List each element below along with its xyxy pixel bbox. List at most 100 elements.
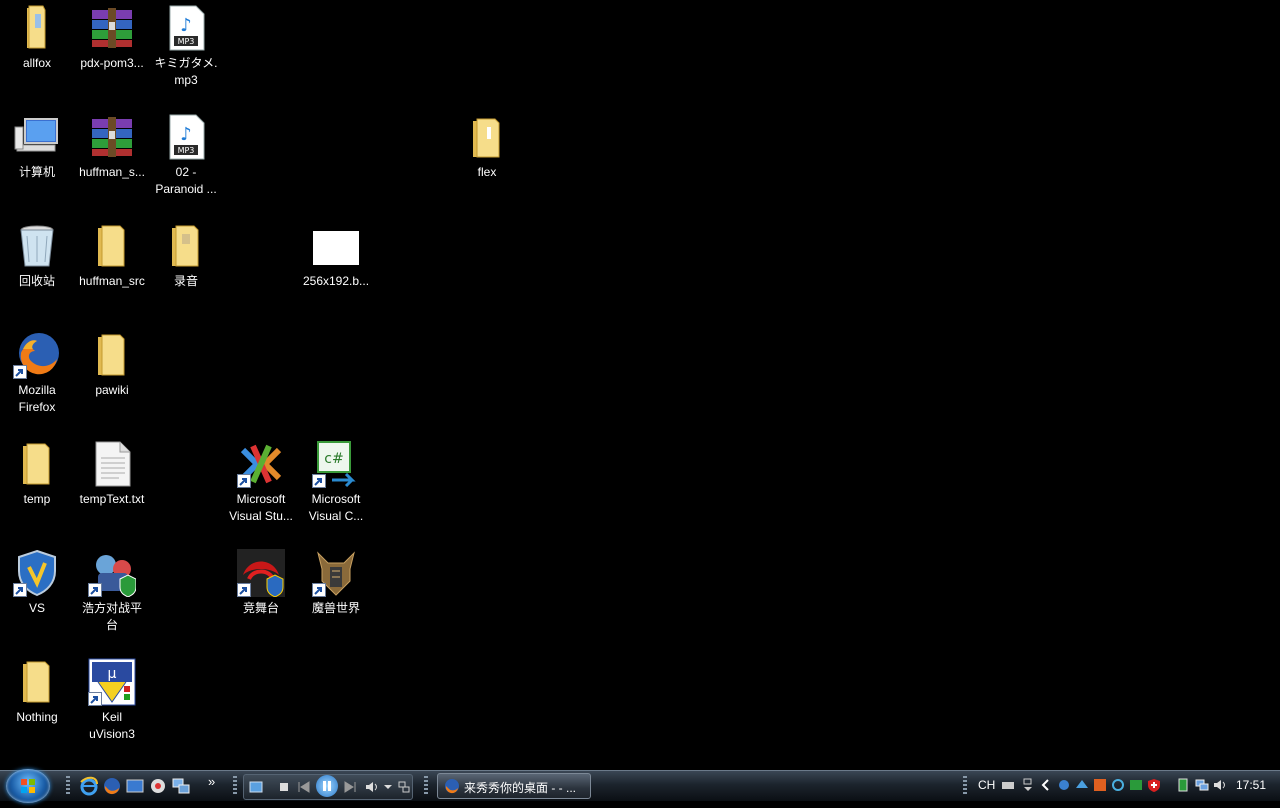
- desktop-icon-bmp[interactable]: 256x192.b...: [299, 222, 373, 290]
- svg-text:MP3: MP3: [178, 37, 195, 46]
- language-bar-options-icon[interactable]: [1021, 778, 1035, 792]
- toolbar-grip[interactable]: [963, 776, 967, 796]
- desktop-icon-huffman-src[interactable]: huffman_src: [75, 222, 149, 290]
- icon-label: pdx-pom3...: [80, 56, 144, 70]
- desktop-icon-haofang[interactable]: 浩方对战平台: [75, 549, 149, 634]
- shortcut-arrow-icon: [237, 474, 251, 488]
- show-desktop-icon[interactable]: [125, 776, 145, 796]
- csharp-icon: c#: [312, 440, 360, 488]
- pause-button[interactable]: [316, 775, 338, 797]
- svg-text:μ: μ: [108, 666, 117, 682]
- folder-icon: [162, 222, 210, 270]
- desktop-icon-jingwutai[interactable]: 竞舞台: [224, 549, 298, 617]
- icon-label: キミガタメ. mp3: [154, 56, 218, 87]
- quicklaunch-overflow-chevron[interactable]: »: [208, 774, 215, 789]
- folder-icon: [463, 113, 511, 161]
- desktop-icon-temptext[interactable]: tempText.txt: [75, 440, 149, 508]
- sync-tray-icon[interactable]: [1111, 778, 1125, 792]
- icon-label: 录音: [173, 274, 198, 288]
- desktop-icon-visual-studio[interactable]: Microsoft Visual Stu...: [224, 440, 298, 525]
- qq-tray-icon[interactable]: [1129, 778, 1143, 792]
- language-indicator[interactable]: CH: [978, 778, 995, 792]
- desktop-icon-nothing[interactable]: Nothing: [0, 658, 74, 726]
- shortcut-arrow-icon: [88, 583, 102, 597]
- text-file-icon: [88, 440, 136, 488]
- folder-icon: [13, 658, 61, 706]
- icon-label: Microsoft Visual Stu...: [229, 492, 293, 523]
- icon-label: Mozilla Firefox: [18, 383, 56, 414]
- folder-icon: [13, 4, 61, 52]
- shortcut-arrow-icon: [13, 365, 27, 379]
- desktop-icon-pawiki[interactable]: pawiki: [75, 331, 149, 399]
- recycle-bin-icon: [13, 222, 61, 270]
- desktop[interactable]: allfox pdx-pom3... ♪ MP3 キミガタメ. mp3 计算机 hu…: [0, 0, 1280, 770]
- clock[interactable]: 17:51: [1236, 778, 1266, 792]
- icon-label: 计算机: [18, 165, 55, 179]
- desktop-icon-flex[interactable]: flex: [450, 113, 524, 181]
- toolbar-grip[interactable]: [66, 776, 70, 796]
- toolbar-grip[interactable]: [424, 776, 428, 796]
- desktop-icon-visual-csharp[interactable]: c# Microsoft Visual C...: [299, 440, 373, 525]
- stop-icon[interactable]: [276, 779, 292, 795]
- winrar-archive-icon: [88, 113, 136, 161]
- desktop-icon-computer[interactable]: 计算机: [0, 113, 74, 181]
- shortcut-arrow-icon: [13, 583, 27, 597]
- firefox-icon: [445, 779, 459, 794]
- desktop-icon-firefox[interactable]: Mozilla Firefox: [0, 331, 74, 416]
- network-tray-icon[interactable]: [1057, 778, 1071, 792]
- winrar-archive-icon: [88, 4, 136, 52]
- svg-text:c#: c#: [324, 451, 343, 467]
- desktop-icon-recycle-bin[interactable]: 回收站: [0, 222, 74, 290]
- icon-label: 02 - Paranoid ...: [155, 165, 217, 196]
- icon-label: 竞舞台: [242, 601, 279, 615]
- previous-icon[interactable]: [296, 779, 312, 795]
- icon-label: Nothing: [16, 710, 58, 724]
- desktop-icon-allfox[interactable]: allfox: [0, 4, 74, 72]
- internet-explorer-icon[interactable]: [79, 776, 99, 796]
- mp3-file-icon: ♪ MP3: [162, 4, 210, 52]
- firefox-icon: [13, 331, 61, 379]
- chevron-down-icon[interactable]: [380, 779, 396, 795]
- icon-label: huffman_src: [79, 274, 145, 288]
- shortcut-arrow-icon: [312, 583, 326, 597]
- desktop-icon-huffman-s[interactable]: huffman_s...: [75, 113, 149, 181]
- start-button[interactable]: [6, 769, 50, 803]
- desktop-icon-mp3-kimigatame[interactable]: ♪ MP3 キミガタメ. mp3: [149, 4, 223, 89]
- toolbar-grip[interactable]: [233, 776, 237, 796]
- icon-label: temp: [23, 492, 51, 506]
- bird-tray-icon[interactable]: [1075, 778, 1089, 792]
- restore-player-icon[interactable]: [396, 779, 412, 795]
- svg-text:♪: ♪: [180, 15, 192, 36]
- desktop-icon-temp[interactable]: temp: [0, 440, 74, 508]
- firefox-quicklaunch-icon[interactable]: [102, 776, 122, 796]
- system-tray: CH 17:51: [963, 771, 1280, 801]
- vs-shield-icon: [13, 549, 61, 597]
- desktop-icon-vs[interactable]: VS: [0, 549, 74, 617]
- icon-label: 回收站: [18, 274, 55, 288]
- visual-studio-icon: [237, 440, 285, 488]
- desktop-icon-mp3-paranoid[interactable]: ♪ MP3 02 - Paranoid ...: [149, 113, 223, 198]
- media-view-icon[interactable]: [248, 779, 264, 795]
- keyboard-icon[interactable]: [1001, 778, 1015, 792]
- next-icon[interactable]: [342, 779, 358, 795]
- volume-icon[interactable]: [364, 779, 380, 795]
- icon-label: 浩方对战平台: [81, 601, 142, 632]
- device-tray-icon[interactable]: [1177, 778, 1191, 792]
- icon-label: huffman_s...: [79, 165, 145, 179]
- folder-icon: [88, 222, 136, 270]
- security-shield-icon[interactable]: [1147, 778, 1161, 792]
- taskbar-window-button[interactable]: 来秀秀你的桌面 - - ...: [437, 773, 591, 799]
- network-connection-icon[interactable]: [1195, 778, 1209, 792]
- desktop-icon-luyin[interactable]: 录音: [149, 222, 223, 290]
- windows-logo-icon: [21, 779, 35, 793]
- download-tray-icon[interactable]: [1093, 778, 1107, 792]
- show-hidden-icons-chevron[interactable]: [1039, 778, 1053, 792]
- icon-label: flex: [477, 165, 497, 179]
- speaker-icon[interactable]: [1213, 778, 1227, 792]
- desktop-icon-pdx-pom3[interactable]: pdx-pom3...: [75, 4, 149, 72]
- network-quicklaunch-icon[interactable]: [171, 776, 191, 796]
- desktop-icon-wow[interactable]: 魔兽世界: [299, 549, 373, 617]
- desktop-icon-keil[interactable]: μ Keil uVision3: [75, 658, 149, 743]
- icon-label: Microsoft Visual C...: [308, 492, 364, 523]
- player-quicklaunch-icon[interactable]: [148, 776, 168, 796]
